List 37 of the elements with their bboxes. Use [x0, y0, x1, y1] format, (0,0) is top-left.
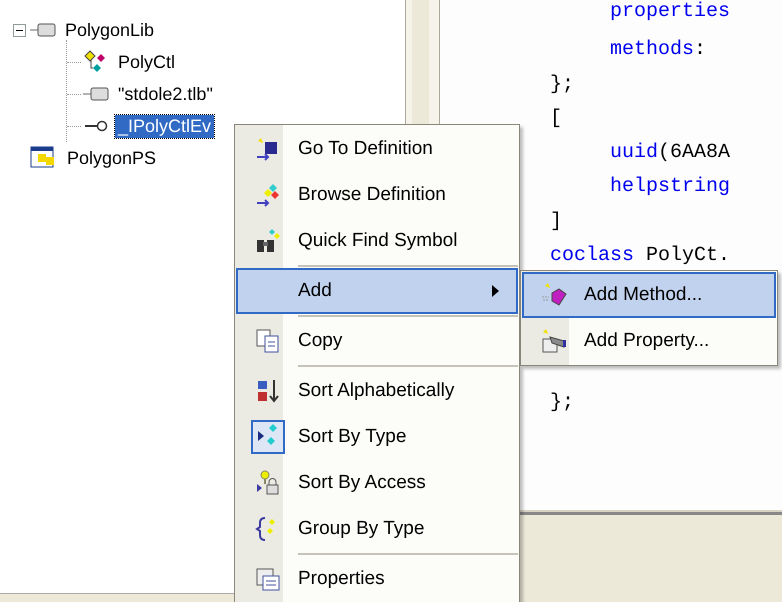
sort-down-arrow-icon — [255, 378, 281, 404]
menu-item[interactable]: Properties — [236, 556, 518, 602]
menu-item[interactable]: Sort By Type — [236, 414, 518, 460]
menu-item[interactable]: Add Property... — [522, 318, 776, 364]
code-line: [ — [550, 106, 562, 132]
collapse-toggle-icon[interactable] — [13, 24, 26, 36]
library-box-icon — [30, 23, 56, 37]
menu-item[interactable]: Add — [236, 268, 518, 314]
tree-item[interactable]: PolygonLib — [62, 18, 158, 42]
library-box-icon — [83, 87, 109, 101]
tree-item[interactable]: PolyCtl — [115, 50, 178, 74]
tree-item[interactable]: "stdole2.tlb" — [115, 82, 216, 106]
menu-item[interactable]: Go To Definition — [236, 126, 518, 172]
property-sheet-icon — [255, 566, 281, 592]
code-line: methods: — [609, 37, 706, 64]
tree-item[interactable]: _IPolyCtlEv — [115, 114, 214, 138]
code-line: ] — [550, 208, 562, 235]
copy-icon — [255, 328, 281, 354]
menu-item[interactable]: Copy — [236, 318, 518, 364]
menu-item[interactable]: Browse Definition — [236, 172, 518, 218]
menu-item[interactable]: Sort By Access — [236, 460, 518, 506]
code-line: properties — [609, 0, 730, 25]
code-line: coclass PolyCt. — [550, 243, 730, 270]
menu-item[interactable]: Sort Alphabetically — [236, 368, 518, 414]
menu-item[interactable]: Group By Type — [236, 506, 518, 552]
lollipop-icon — [83, 119, 109, 133]
code-line: uuid(6AA8A — [609, 140, 730, 166]
tree-item[interactable]: PolygonPS — [64, 146, 160, 170]
menu-item[interactable]: Quick Find Symbol — [236, 218, 518, 264]
property-wand-icon — [540, 327, 568, 355]
code-line: helpstring — [609, 174, 730, 200]
menu-item[interactable]: Add Method... — [522, 272, 776, 318]
code-line: }; — [550, 72, 574, 98]
key-lock-icon — [255, 470, 281, 496]
binoculars-icon — [255, 228, 281, 254]
diamonds-arrow-icon — [255, 182, 281, 208]
code-line: }; — [550, 390, 574, 416]
